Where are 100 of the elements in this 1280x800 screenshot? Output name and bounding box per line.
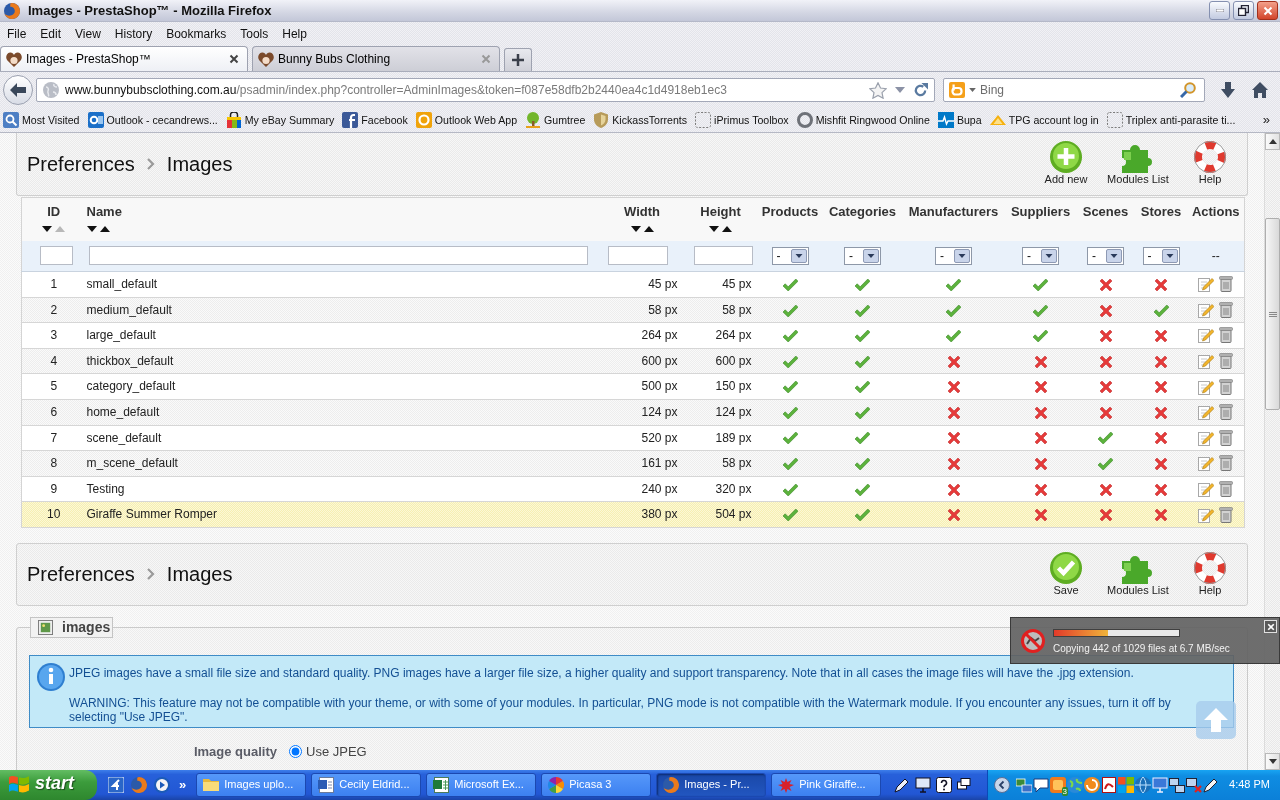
close-icon[interactable] xyxy=(229,54,239,64)
download-icon[interactable] xyxy=(1221,82,1235,98)
menu-item[interactable]: File xyxy=(0,26,34,42)
edit-icon[interactable] xyxy=(1198,378,1215,395)
table-row[interactable]: 9 Testing 240 px 320 px xyxy=(21,476,1245,502)
radio-button[interactable] xyxy=(289,745,302,759)
address-field[interactable]: www.bunnybubsclothing.com.au/psadmin/index.php?controller=AdminImages&token=f087e58dfb2b2440ea4c1d4918eb1ec3 xyxy=(36,78,935,102)
bookmark-link[interactable]: Mishfit Ringwood Online xyxy=(796,112,930,128)
bookmark-link[interactable]: Facebook xyxy=(342,112,408,128)
bookmark-link[interactable]: Outlook Web App xyxy=(415,112,518,128)
restore-button[interactable] xyxy=(1233,1,1254,20)
trash-icon[interactable] xyxy=(1219,353,1234,370)
edit-icon[interactable] xyxy=(1198,276,1215,293)
filter-input[interactable] xyxy=(694,246,753,266)
help-icon[interactable] xyxy=(936,777,953,793)
bookmark-link[interactable]: TPG account log in xyxy=(989,113,1099,127)
table-row[interactable]: 10 Giraffe Summer Romper 380 px 504 px xyxy=(21,501,1245,528)
menu-item[interactable]: Tools xyxy=(233,26,276,42)
taskbar-button[interactable]: Images - Pr... xyxy=(656,773,767,797)
modules-list-button[interactable]: Modules List xyxy=(1102,551,1174,598)
search-input[interactable]: Bing xyxy=(980,82,1176,98)
help-button[interactable]: Help xyxy=(1174,141,1246,187)
bookmark-link[interactable]: Outlook - cecandrews... xyxy=(87,112,218,128)
table-row[interactable]: 7 scene_default 520 px 189 px xyxy=(21,425,1245,451)
scrollbar-thumb[interactable] xyxy=(1265,218,1280,410)
help-button[interactable]: Help xyxy=(1174,551,1246,598)
monitor-icon[interactable] xyxy=(915,777,932,793)
more-bookmarks-button[interactable]: » xyxy=(1262,112,1276,128)
table-row[interactable]: 5 category_default 500 px 150 px xyxy=(21,373,1245,400)
edit-icon[interactable] xyxy=(1198,455,1215,472)
column-header[interactable]: Width xyxy=(624,204,660,219)
edit-icon[interactable] xyxy=(1198,404,1215,421)
table-row[interactable]: 8 m_scene_default 161 px 58 px xyxy=(21,450,1245,477)
sort-arrows-icon[interactable] xyxy=(709,225,732,232)
edit-icon[interactable] xyxy=(1198,353,1215,370)
new-tab-button[interactable] xyxy=(504,48,532,71)
table-row[interactable]: 2 medium_default 58 px 58 px xyxy=(21,297,1245,323)
filter-input[interactable] xyxy=(88,246,588,266)
edit-icon[interactable] xyxy=(1198,429,1215,446)
start-button[interactable]: start xyxy=(0,770,97,800)
trash-icon[interactable] xyxy=(1219,481,1234,498)
star-icon[interactable] xyxy=(869,81,887,99)
home-icon[interactable] xyxy=(1252,82,1268,98)
sort-arrows-icon[interactable] xyxy=(86,225,110,232)
pen-icon[interactable] xyxy=(1203,777,1220,793)
bookmark-link[interactable]: iPrimus Toolbox xyxy=(695,112,789,128)
search-field[interactable]: Bing xyxy=(943,78,1205,102)
save-button[interactable]: Save xyxy=(1030,551,1102,598)
bookmark-link[interactable]: Gumtree xyxy=(525,112,586,128)
caret-icon[interactable] xyxy=(969,88,976,92)
network-icon[interactable] xyxy=(1016,777,1033,793)
trash-icon[interactable] xyxy=(1219,429,1234,446)
network-error-icon[interactable] xyxy=(1186,777,1203,793)
breadcrumb-link[interactable]: Preferences xyxy=(27,562,135,587)
table-row[interactable]: 6 home_default 124 px 124 px xyxy=(21,399,1245,426)
swirl-icon[interactable] xyxy=(1084,777,1101,793)
menu-item[interactable]: History xyxy=(107,26,160,42)
trash-icon[interactable] xyxy=(1219,327,1234,344)
scroll-down-button[interactable] xyxy=(1265,753,1280,770)
scroll-up-button[interactable] xyxy=(1265,133,1280,150)
menu-item[interactable]: Help xyxy=(275,26,314,42)
search-icon[interactable] xyxy=(1180,82,1196,98)
table-row[interactable]: 1 small_default 45 px 45 px xyxy=(21,271,1245,298)
browser-tab[interactable]: Images - PrestaShop™ xyxy=(0,46,248,71)
bookmark-link[interactable]: Bupa xyxy=(937,112,982,128)
trash-icon[interactable] xyxy=(1219,378,1234,395)
column-header[interactable]: Height xyxy=(700,204,741,219)
menu-item[interactable]: Edit xyxy=(33,26,69,42)
computers-icon[interactable] xyxy=(1169,777,1186,793)
filter-select[interactable]: - xyxy=(844,246,881,265)
chevron-circle-icon[interactable] xyxy=(994,777,1011,793)
app-tile-icon[interactable] xyxy=(108,777,124,793)
bookmark-link[interactable]: Triplex anti-parasite ti... xyxy=(1106,112,1236,128)
bookmark-link[interactable]: KickassTorrents xyxy=(593,112,688,128)
filter-select[interactable]: - xyxy=(1087,246,1124,265)
more-button[interactable]: » xyxy=(177,777,191,793)
column-header[interactable]: Name xyxy=(86,204,122,219)
page-icon[interactable] xyxy=(1101,777,1118,793)
chat-icon[interactable] xyxy=(1033,777,1050,793)
table-row[interactable]: 3 large_default 264 px 264 px xyxy=(21,322,1245,349)
edit-icon[interactable] xyxy=(1198,481,1215,498)
reload-icon[interactable] xyxy=(913,82,928,98)
filter-select[interactable]: - xyxy=(771,246,809,265)
filter-input[interactable] xyxy=(608,246,668,266)
column-header[interactable]: ID xyxy=(47,204,61,219)
caret-icon[interactable] xyxy=(895,87,905,93)
table-row[interactable]: 4 thickbox_default 600 px 600 px xyxy=(21,348,1245,374)
breadcrumb-link[interactable]: Preferences xyxy=(27,152,135,176)
globe-icon[interactable] xyxy=(1067,777,1084,793)
modules-list-button[interactable]: Modules List xyxy=(1102,141,1174,187)
add-new-button[interactable]: Add new xyxy=(1030,141,1102,187)
trash-icon[interactable] xyxy=(1219,276,1234,293)
sort-arrows-icon[interactable] xyxy=(42,225,66,232)
trash-icon[interactable] xyxy=(1219,506,1234,523)
trash-icon[interactable] xyxy=(1219,301,1234,318)
edit-icon[interactable] xyxy=(1198,506,1215,523)
play-icon[interactable] xyxy=(154,777,170,793)
option-label[interactable]: Use JPEG xyxy=(306,744,367,760)
browser-icon[interactable] xyxy=(131,777,147,793)
edit-icon[interactable] xyxy=(1198,327,1215,344)
